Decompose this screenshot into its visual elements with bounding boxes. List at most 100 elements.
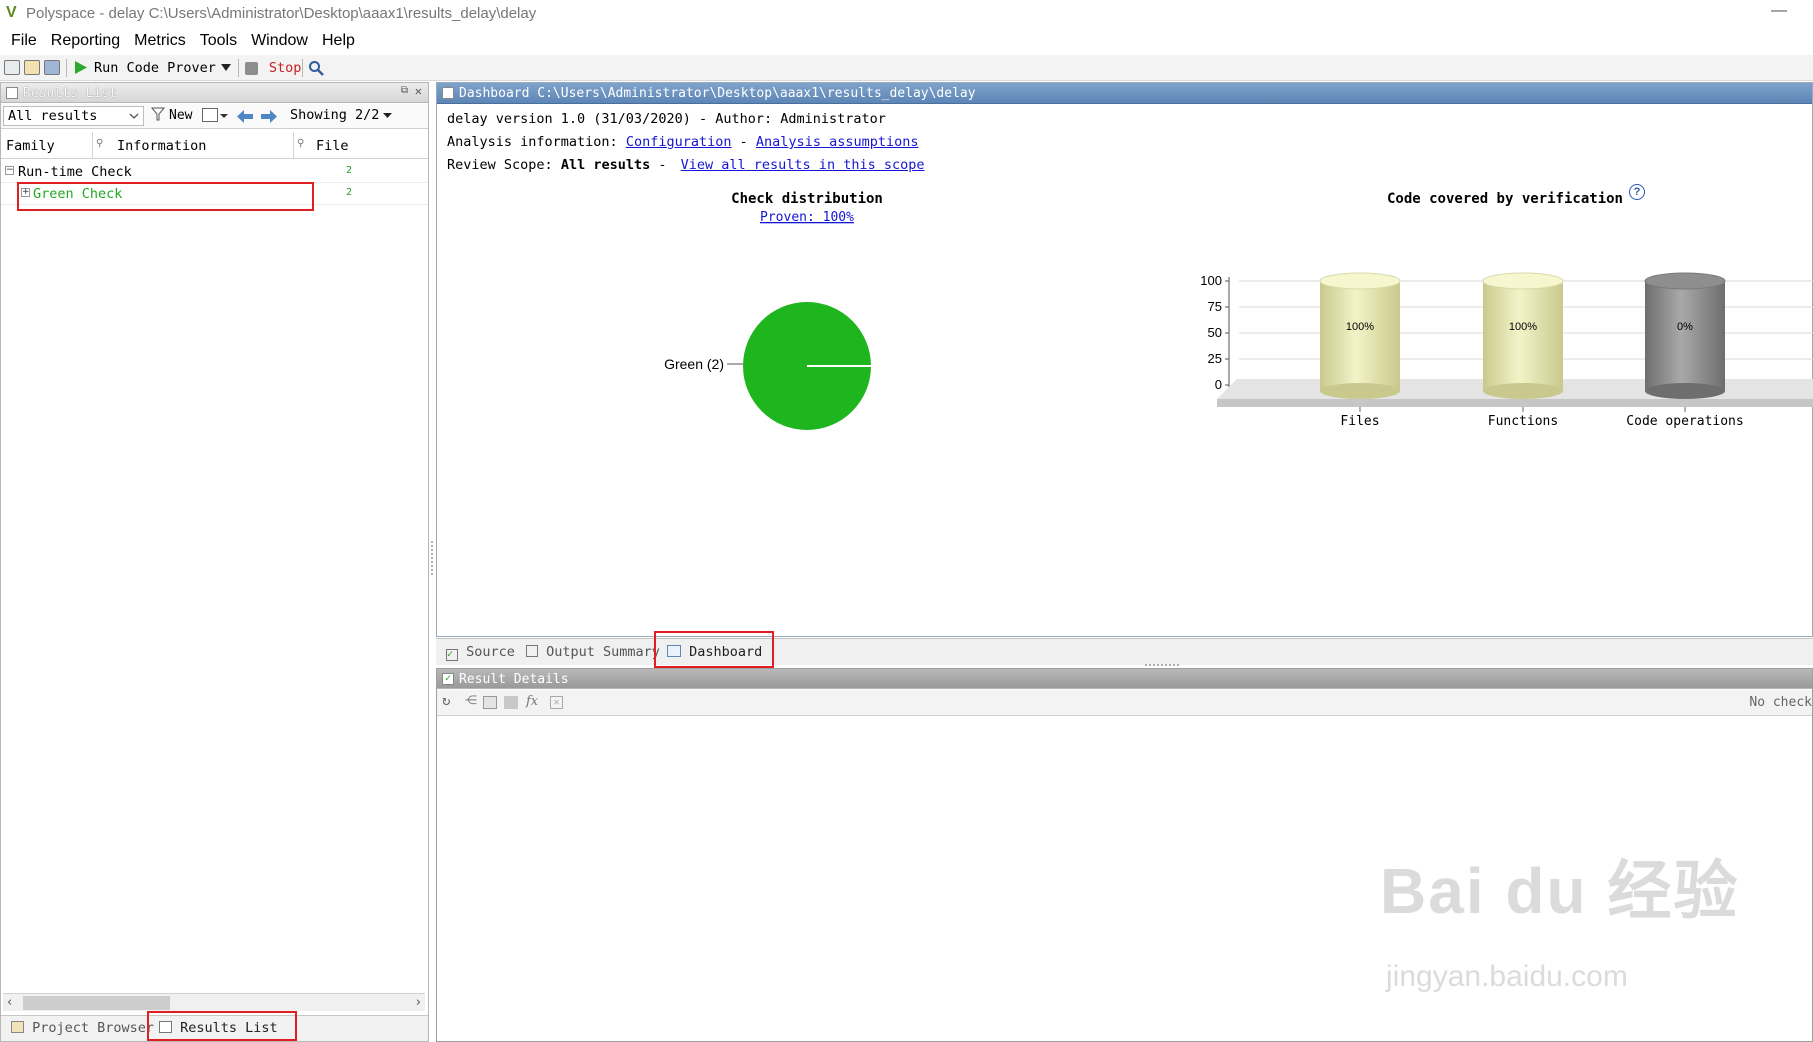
view-tabs-bar: ✓ Source Output Summary Dashboard [436,638,1813,665]
open-project-icon[interactable] [24,60,40,75]
results-list-panel: Results List ⧉ ✕ All results New Showing… [0,82,429,1042]
results-filter-bar: All results New Showing 2/2 [1,104,428,129]
x-category-label: Code operations [1626,414,1743,429]
clear-icon[interactable]: ✕ [550,696,563,709]
showing-chevron-icon[interactable] [383,113,392,119]
project-browser-icon [11,1021,24,1033]
chevron-down-icon [129,113,139,119]
dashboard-title: Dashboard C:\Users\Administrator\Desktop… [459,86,976,101]
scroll-left-icon[interactable]: ‹ [7,995,12,1010]
close-icon[interactable]: ✕ [415,84,422,98]
results-column-header: Family ⚲ Information ⚲ File [1,132,428,159]
scroll-right-icon[interactable]: › [416,995,421,1010]
column-family[interactable]: Family [6,138,55,154]
y-tick-label: 100 [1200,273,1222,288]
stop-button[interactable]: Stop [245,60,301,76]
bar-data-label: 0% [1677,321,1693,333]
tree-row-count: 2 [346,187,353,198]
column-information[interactable]: Information [117,138,206,154]
export-icon[interactable] [504,696,518,709]
x-category-label: Files [1340,414,1379,429]
output-summary-icon [526,645,538,657]
analysis-info-line: Analysis information: Configuration - An… [447,134,918,150]
undock-icon[interactable]: ⧉ [401,85,408,96]
share-icon[interactable]: ⋲ [465,693,477,707]
horizontal-scrollbar[interactable]: ‹ › [3,993,425,1011]
refresh-icon[interactable]: ↻ [442,693,450,709]
tab-project-browser[interactable]: Project Browser [11,1020,154,1036]
y-tick-label: 25 [1208,351,1222,366]
search-icon[interactable] [308,60,324,76]
check-icon: ✓ [442,673,454,685]
tab-source-label: Source [466,644,515,660]
vertical-splitter[interactable] [430,540,434,576]
copy-icon[interactable] [483,696,497,709]
column-file[interactable]: File [316,138,349,154]
y-tick-label: 0 [1215,377,1222,392]
tab-project-browser-label: Project Browser [32,1020,155,1036]
new-project-icon[interactable] [4,60,20,75]
main-toolbar: Run Code Prover Stop [0,55,1813,81]
run-code-prover-button[interactable]: Run Code Prover [74,60,216,79]
stop-label: Stop [268,60,302,76]
column-filter-icon[interactable]: ⚲ [297,138,304,149]
menu-window[interactable]: Window [244,30,315,54]
bar-base [1645,383,1725,399]
bar [1320,281,1400,391]
bar-top [1482,272,1564,290]
tab-source[interactable]: ✓ Source [446,644,515,661]
result-details-title: Result Details [459,672,569,687]
fx-icon[interactable]: fx [526,694,538,709]
x-category-label: Functions [1488,414,1558,429]
tree-row-label: Run-time Check [18,164,132,180]
configuration-link[interactable]: Configuration [626,134,732,150]
menu-reporting[interactable]: Reporting [44,30,127,54]
tab-output-summary[interactable]: Output Summary [526,644,660,660]
run-code-prover-label: Run Code Prover [94,60,216,76]
menu-tools[interactable]: Tools [193,30,244,54]
play-icon [75,61,87,74]
column-filter-icon[interactable]: ⚲ [96,138,103,149]
dashboard-header: Dashboard C:\Users\Administrator\Desktop… [437,83,1812,104]
forward-arrow-icon[interactable] [261,110,278,123]
review-scope-label: Review Scope: [447,157,553,173]
tree-row-runtime-check[interactable]: − Run-time Check 2 [1,161,428,183]
back-arrow-icon[interactable] [237,110,254,123]
bar-data-label: 100% [1346,321,1374,333]
new-filter-button[interactable]: New [150,107,192,126]
results-filter-select[interactable]: All results [3,106,144,126]
help-icon[interactable]: ? [1629,184,1645,200]
scrollbar-thumb[interactable] [23,996,170,1010]
bar-top [1319,272,1401,290]
analysis-assumptions-link[interactable]: Analysis assumptions [756,134,919,150]
y-tick-label: 50 [1208,325,1222,340]
window-title: Polyspace - delay C:\Users\Administrator… [26,5,537,22]
menu-help[interactable]: Help [315,30,362,54]
menu-metrics[interactable]: Metrics [127,30,193,54]
run-dropdown-chevron-icon[interactable] [221,64,231,72]
result-details-toolbar: ↻ ⋲ fx ✕ No check [437,690,1812,716]
bar-data-label: 100% [1509,321,1537,333]
collapse-icon[interactable]: − [5,166,14,175]
columns-chevron-icon[interactable] [220,114,228,119]
filter-icon [150,107,166,121]
horizontal-splitter[interactable] [1144,663,1180,667]
showing-count[interactable]: Showing 2/2 [290,107,379,123]
review-scope-separator: - [658,157,667,173]
minimize-button[interactable]: — [1771,2,1787,20]
save-icon[interactable] [44,60,60,75]
result-details-header: ✓ Result Details [437,669,1812,689]
highlight-box [147,1011,297,1041]
review-scope-line: Review Scope: All results - View all res… [447,157,924,173]
proven-link[interactable]: Proven: 100% [760,210,854,225]
highlight-box [17,182,314,211]
menu-file[interactable]: File [4,30,44,54]
title-bar: V Polyspace - delay C:\Users\Administrat… [0,0,1813,28]
columns-icon[interactable] [202,108,218,122]
view-all-results-link[interactable]: View all results in this scope [681,157,925,173]
dashboard-chart-icon [442,87,454,99]
bar [1483,281,1563,391]
results-filter-value: All results [8,108,98,124]
analysis-separator: - [739,134,748,150]
pie-slice-label: Green (2) [664,356,724,372]
